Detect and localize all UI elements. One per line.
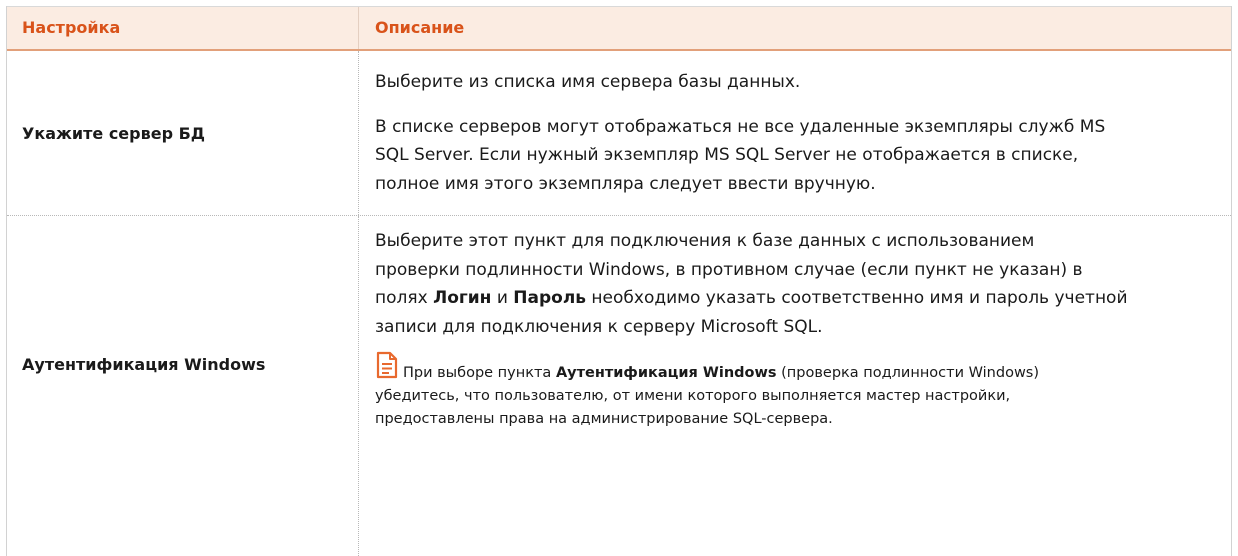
note-text: убедитесь, что пользователю, от имени ко… — [375, 388, 1011, 404]
description-paragraph: В списке серверов могут отображаться не … — [375, 113, 1211, 199]
note-bold-term: Аутентификация Windows — [555, 365, 777, 381]
text-line: записи для подключения к серверу Microso… — [375, 316, 823, 337]
text-line: SQL Server. Если нужный экземпляр MS SQL… — [375, 145, 1079, 165]
table-row: Укажите сервер БД Выберите из списка имя… — [7, 51, 1231, 216]
note-icon — [375, 351, 399, 379]
description-paragraph: Выберите этот пункт для подключения к ба… — [375, 227, 1211, 341]
note-block: При выборе пункта Аутентификация Windows… — [375, 351, 1211, 431]
description-paragraph: Выберите из списка имя сервера базы данн… — [375, 72, 801, 92]
text-run: полях — [375, 288, 434, 308]
note-text: При выборе пункта — [403, 365, 556, 381]
setting-description: Выберите из списка имя сервера базы данн… — [359, 51, 1231, 215]
text-line: полное имя этого экземпляра следует ввес… — [375, 173, 876, 194]
text-run: необходимо указать соответственно имя и … — [586, 288, 1128, 308]
settings-table: Настройка Описание Укажите сервер БД Выб… — [6, 6, 1232, 556]
setting-name: Аутентификация Windows — [7, 216, 359, 556]
note-text: предоставлены права на администрирование… — [375, 411, 833, 427]
setting-description: Выберите этот пункт для подключения к ба… — [359, 216, 1231, 556]
bold-term-login: Логин — [433, 288, 492, 308]
table-body: Настройка Описание Укажите сервер БД Выб… — [6, 6, 1232, 556]
text-run: и — [491, 288, 514, 308]
table-row: Аутентификация Windows Выберите этот пун… — [7, 216, 1231, 556]
text-line: полях Логин и Пароль необходимо указать … — [375, 288, 1128, 308]
table-header: Настройка Описание — [7, 6, 1231, 51]
text-line: Выберите этот пункт для подключения к ба… — [375, 231, 1035, 251]
note-text: (проверка подлинности Windows) — [776, 365, 1040, 381]
text-line: проверки подлинности Windows, в противно… — [375, 259, 1083, 280]
header-description: Описание — [375, 18, 465, 37]
bold-term-password: Пароль — [513, 288, 587, 308]
setting-name: Укажите сервер БД — [7, 51, 359, 215]
text-line: В списке серверов могут отображаться не … — [375, 116, 1106, 137]
header-setting: Настройка — [7, 7, 359, 49]
